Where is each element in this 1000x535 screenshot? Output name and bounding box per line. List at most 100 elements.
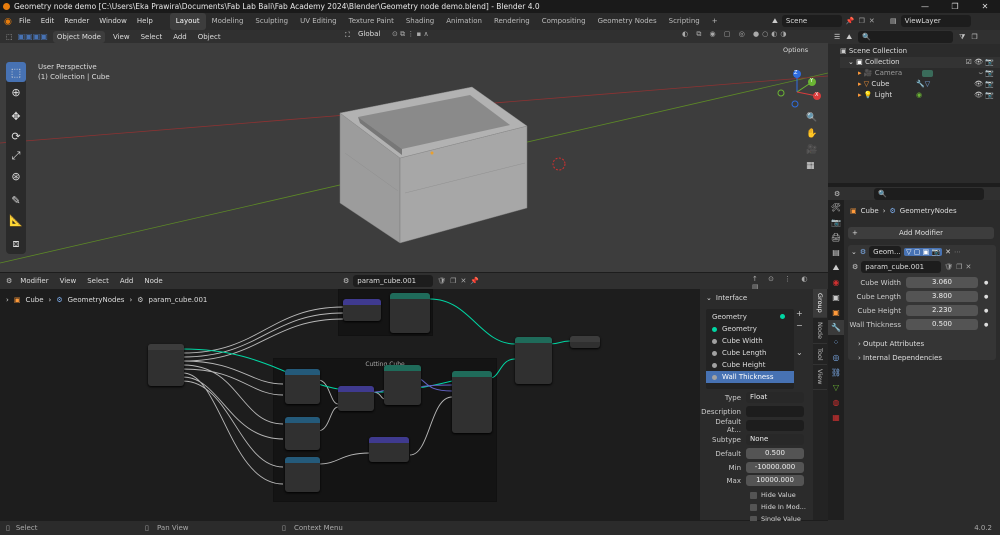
- wall-thickness-field[interactable]: 0.500: [906, 319, 978, 330]
- pin-icon[interactable]: 📌: [846, 17, 855, 25]
- interface-item-wall-thickness[interactable]: Wall Thickness: [706, 371, 794, 383]
- modifier-drag-handle-icon[interactable]: ⋯: [954, 248, 961, 256]
- properties-editor-icon[interactable]: ⚙: [834, 190, 840, 198]
- keyframe-dot-icon[interactable]: ●: [984, 322, 988, 328]
- visibility-icons[interactable]: ☑ 👁 📷: [966, 57, 994, 68]
- close-button[interactable]: ✕: [970, 0, 1000, 13]
- properties-search-input[interactable]: 🔍: [874, 187, 985, 200]
- modifier-header[interactable]: ⌄ ⚙ Geom... ▽ ▢ ▣ 📷 ✕ ⋯: [848, 245, 996, 258]
- tool-tab-icon[interactable]: 🛠: [828, 200, 844, 215]
- options-dropdown[interactable]: Options: [783, 46, 808, 54]
- viewport-menu-view[interactable]: View: [110, 33, 133, 41]
- view-layer-field[interactable]: ViewLayer: [900, 15, 971, 27]
- new-collection-icon[interactable]: ❐: [971, 33, 977, 41]
- node-menu-view[interactable]: View: [57, 277, 80, 285]
- viewport-menu-add[interactable]: Add: [170, 33, 190, 41]
- physics-tab-icon[interactable]: ◎: [828, 350, 844, 365]
- annotate-tool-icon[interactable]: ✎: [6, 190, 26, 210]
- workspace-tab-layout[interactable]: Layout: [169, 13, 206, 30]
- hide-in-modifier-checkbox[interactable]: Hide In Mod...: [750, 501, 810, 513]
- view-layer-selector[interactable]: ▤ ViewLayer: [890, 15, 971, 27]
- render-tab-icon[interactable]: 📷: [828, 215, 844, 230]
- modifier-tab-icon[interactable]: 🔧: [828, 320, 844, 335]
- interface-item-cube-width[interactable]: Cube Width: [706, 335, 794, 347]
- workspace-tab-compositing[interactable]: Compositing: [536, 13, 592, 30]
- world-tab-icon[interactable]: ◉: [828, 275, 844, 290]
- duplicate-icon[interactable]: ❐: [956, 263, 962, 271]
- subtract-node-2[interactable]: [285, 417, 320, 450]
- minimize-button[interactable]: —: [910, 0, 940, 13]
- editor-subtype-dropdown[interactable]: Modifier: [17, 277, 51, 285]
- combine-xyz-node-3[interactable]: [369, 437, 409, 462]
- combine-xyz-node-2[interactable]: [338, 386, 374, 411]
- material-tab-icon[interactable]: ◍: [828, 395, 844, 410]
- node-menu-select[interactable]: Select: [84, 277, 112, 285]
- new-scene-icon[interactable]: ❐: [859, 17, 865, 25]
- texture-tab-icon[interactable]: ▦: [828, 410, 844, 425]
- viewport-menu-select[interactable]: Select: [138, 33, 166, 41]
- fake-user-icon[interactable]: 🛡: [944, 263, 953, 271]
- default-attribute-field[interactable]: [746, 420, 804, 431]
- workspace-tab-shading[interactable]: Shading: [400, 13, 440, 30]
- display-mode-icon[interactable]: ⛰: [846, 33, 852, 42]
- pin-tree-icon[interactable]: 📌: [470, 277, 479, 285]
- node-tree-selector[interactable]: ⚙ param_cube.001 🛡 ❐ ✕ 📌: [343, 275, 479, 287]
- cube-width-field[interactable]: 3.060: [906, 277, 978, 288]
- keyframe-dot-icon[interactable]: ●: [984, 308, 988, 314]
- tab-tool[interactable]: Tool: [813, 344, 827, 366]
- tab-node[interactable]: Node: [813, 318, 827, 344]
- duplicate-tree-icon[interactable]: ❐: [450, 277, 456, 285]
- modifier-name-field[interactable]: Geom...: [869, 245, 902, 258]
- workspace-tab-rendering[interactable]: Rendering: [488, 13, 536, 30]
- menu-window[interactable]: Window: [94, 13, 132, 30]
- workspace-tab-sculpting[interactable]: Sculpting: [249, 13, 294, 30]
- outliner-search-input[interactable]: 🔍: [858, 31, 954, 43]
- zoom-icon[interactable]: 🔍: [806, 113, 817, 123]
- measure-tool-icon[interactable]: 📐: [6, 210, 26, 230]
- node-group-field[interactable]: param_cube.001: [861, 260, 942, 273]
- blender-menu-icon[interactable]: ◉: [4, 17, 14, 27]
- workspace-tab-animation[interactable]: Animation: [440, 13, 488, 30]
- node-editor-canvas[interactable]: › ▣ Cube › ⚙ GeometryNodes › ⚙ param_cub…: [0, 289, 700, 520]
- divide-node[interactable]: [285, 457, 320, 492]
- grid-view-icon[interactable]: ▦: [806, 161, 817, 171]
- keyframe-dot-icon[interactable]: ●: [984, 280, 988, 286]
- breadcrumb-modifier[interactable]: GeometryNodes: [900, 207, 957, 215]
- workspace-tab-modeling[interactable]: Modeling: [206, 13, 250, 30]
- cube-length-field[interactable]: 3.800: [906, 291, 978, 302]
- max-value-field[interactable]: 10000.000: [746, 475, 804, 486]
- maximize-button[interactable]: ❐: [940, 0, 970, 13]
- node-group-selector[interactable]: ⚙ param_cube.001 🛡 ❐ ✕: [848, 260, 996, 273]
- tab-view[interactable]: View: [813, 365, 827, 390]
- interface-panel-header[interactable]: ⌄ Interface: [700, 291, 813, 305]
- particles-tab-icon[interactable]: ⁘: [828, 335, 844, 350]
- workspace-tab-geometry-nodes[interactable]: Geometry Nodes: [592, 13, 663, 30]
- outliner-item-cube[interactable]: ▸ ▽ Cube 🔧▽ 👁 📷: [840, 79, 1000, 90]
- node-editor-type-icon[interactable]: ⚙: [6, 277, 12, 285]
- mesh-boolean-node[interactable]: [515, 337, 552, 384]
- subtype-dropdown[interactable]: None: [746, 434, 804, 445]
- outliner-item-camera[interactable]: ▸ 🎥 Camera ⌣ 📷: [840, 68, 1000, 79]
- move-tool-icon[interactable]: ✥: [6, 106, 26, 126]
- description-field[interactable]: [746, 406, 804, 417]
- internal-dependencies-section[interactable]: › Internal Dependencies: [858, 351, 996, 365]
- subtract-node-1[interactable]: [285, 369, 320, 404]
- output-tab-icon[interactable]: 🖨: [828, 230, 844, 245]
- editor-type-icon[interactable]: ⬚: [6, 33, 13, 41]
- filter-icon[interactable]: ⧩: [959, 33, 965, 42]
- unlink-icon[interactable]: ✕: [965, 263, 971, 271]
- interface-item-cube-length[interactable]: Cube Length: [706, 347, 794, 359]
- workspace-tab-texture-paint[interactable]: Texture Paint: [343, 13, 400, 30]
- combine-xyz-node[interactable]: [343, 299, 381, 321]
- outliner-item-scene-collection[interactable]: ▣ Scene Collection: [840, 46, 1000, 57]
- scene-tab-icon[interactable]: ⛰: [828, 260, 844, 275]
- menu-file[interactable]: File: [14, 13, 36, 30]
- delete-scene-icon[interactable]: ✕: [869, 17, 875, 25]
- pivot-snap-icons[interactable]: ⊙ ⧉ ⋮ ▪ ∧: [392, 30, 429, 39]
- visibility-icons[interactable]: ⌣ 📷: [978, 68, 994, 79]
- unlink-tree-icon[interactable]: ✕: [460, 277, 466, 285]
- output-attributes-section[interactable]: › Output Attributes: [858, 337, 996, 351]
- workspace-tab-scripting[interactable]: Scripting: [663, 13, 706, 30]
- group-output-node[interactable]: [570, 336, 600, 348]
- 3d-viewport[interactable]: User Perspective (1) Collection | Cube O…: [0, 43, 828, 272]
